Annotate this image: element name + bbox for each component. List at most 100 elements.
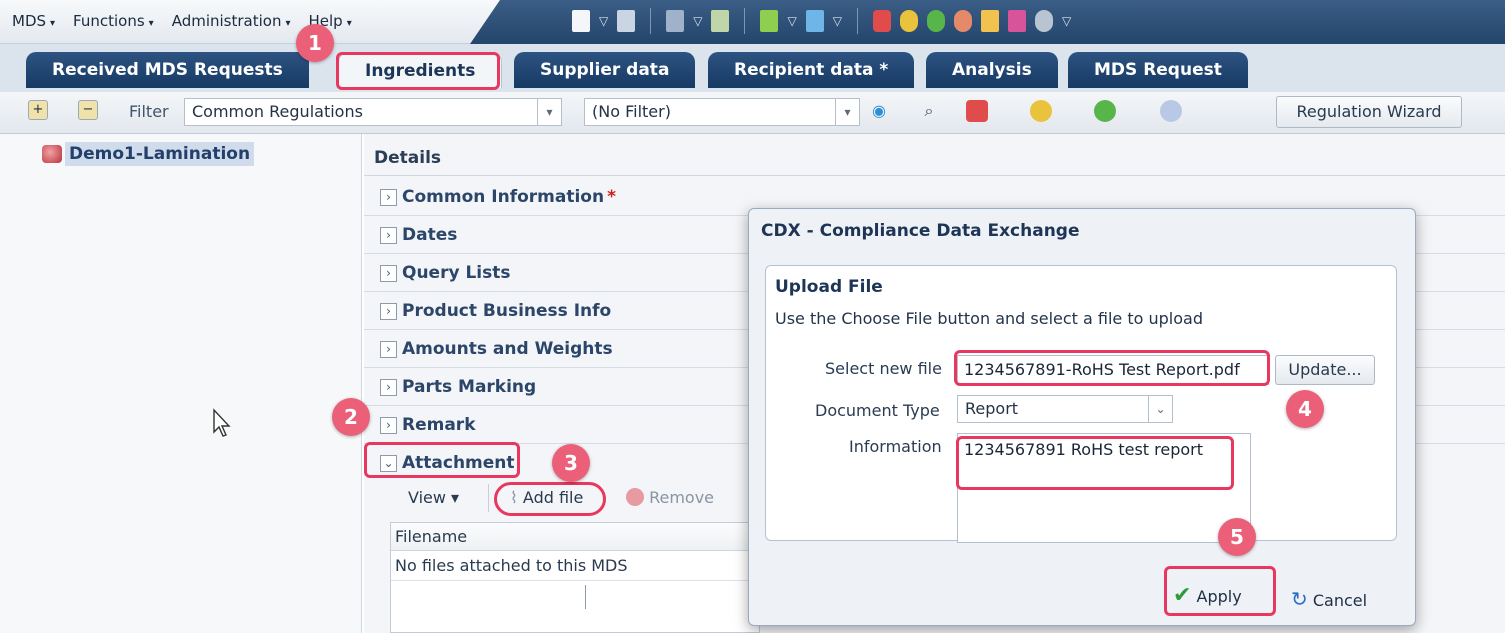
dropdown-arrow-icon[interactable]: ▽ [599, 14, 608, 28]
view-menu[interactable]: View ▾ [408, 488, 459, 507]
tab-received-mds-requests[interactable]: Received MDS Requests [26, 52, 309, 88]
dropdown-arrow-icon[interactable]: ▽ [787, 14, 796, 28]
information-value: 1234567891 RoHS test report [964, 440, 1204, 459]
regulation-select-value: Common Regulations [192, 102, 363, 121]
eye-icon[interactable]: ◉ [868, 100, 890, 122]
paperclip-icon: ⌇ [510, 488, 518, 507]
information-label: Information [849, 437, 942, 456]
import-icon[interactable] [760, 10, 779, 32]
check-document-icon[interactable] [711, 10, 730, 32]
new-document-icon[interactable] [572, 10, 590, 32]
tree-root-node[interactable]: Demo1-Lamination [42, 142, 255, 166]
tab-ingredients[interactable]: Ingredients [338, 52, 503, 88]
tab-recipient-data[interactable]: Recipient data * [708, 52, 915, 88]
chevron-down-icon[interactable]: ⌄ [380, 455, 397, 472]
select-file-label: Select new file [825, 359, 942, 378]
search-icon[interactable]: ⌕ [918, 100, 940, 122]
substance-filter-icon[interactable] [1094, 100, 1116, 122]
chevron-right-icon[interactable]: › [380, 341, 397, 358]
chevron-right-icon[interactable]: › [380, 227, 397, 244]
main-toolbar: ▽ ▽ ▽ ▽ ▽ [572, 8, 1071, 34]
tab-label: Supplier data [540, 60, 670, 80]
regulation-select[interactable]: Common Regulations ▾ [184, 98, 562, 126]
regulation-wizard-button[interactable]: Regulation Wizard [1276, 96, 1462, 128]
chevron-down-icon: ▾ [285, 18, 291, 29]
required-marker: * [607, 187, 616, 207]
material-icon[interactable] [899, 10, 918, 32]
tab-label: Received MDS Requests [52, 60, 283, 80]
chevron-down-icon: ▾ [50, 18, 56, 29]
step-badge: 5 [1218, 518, 1256, 556]
document-type-label: Document Type [815, 401, 940, 420]
view-menu-label: View [408, 488, 446, 507]
step-badge: 1 [296, 24, 334, 62]
material-filter-icon[interactable] [1030, 100, 1052, 122]
step-badge: 3 [552, 444, 590, 482]
secondary-filter-value: (No Filter) [592, 102, 671, 121]
secondary-filter-select[interactable]: (No Filter) ▾ [584, 98, 860, 126]
remove-button: Remove [626, 488, 714, 507]
filter-label: Filter [129, 102, 169, 121]
section-label: Attachment [402, 453, 515, 473]
document-type-select[interactable]: Report ⌄ [957, 395, 1173, 423]
add-file-button[interactable]: ⌇ Add file [510, 488, 583, 507]
section-label: Remark [402, 415, 476, 435]
flask-icon[interactable] [1007, 10, 1026, 32]
substance-icon[interactable] [926, 10, 945, 32]
dropdown-arrow-icon[interactable]: ▽ [693, 14, 702, 28]
attachment-toolbar: View ▾ ⌇ Add file Remove [364, 480, 764, 520]
step-badge: 2 [332, 398, 370, 436]
print-icon[interactable] [666, 10, 685, 32]
expand-all-icon[interactable]: + [28, 100, 48, 120]
remove-icon [626, 488, 644, 506]
component-filter-icon[interactable] [966, 100, 988, 122]
chevron-right-icon[interactable]: › [380, 303, 397, 320]
chevron-right-icon[interactable]: › [380, 189, 397, 206]
menu-list: MDS ▾ Functions ▾ Administration ▾ Help ▾ [12, 12, 352, 30]
dropdown-arrow-icon[interactable]: ▽ [1062, 14, 1071, 28]
details-title: Details [364, 140, 1505, 176]
menu-functions[interactable]: Functions ▾ [73, 12, 154, 30]
tab-supplier-data[interactable]: Supplier data [514, 52, 696, 88]
chevron-right-icon[interactable]: › [380, 265, 397, 282]
cancel-label: Cancel [1312, 591, 1368, 610]
tab-mds-request[interactable]: MDS Request [1068, 52, 1248, 88]
gear-icon[interactable] [1034, 10, 1053, 32]
chevron-right-icon[interactable]: › [380, 379, 397, 396]
tree-root-label[interactable]: Demo1-Lamination [65, 142, 255, 166]
save-icon[interactable] [617, 10, 636, 32]
upload-instructions: Use the Choose File button and select a … [775, 309, 1203, 328]
add-file-label: Add file [522, 488, 584, 507]
selected-file-field[interactable]: 1234567891-RoHS Test Report.pdf [957, 355, 1269, 385]
toolbar-divider [856, 8, 858, 34]
column-header-label: Filename [395, 527, 468, 546]
dropdown-arrow-icon[interactable]: ▽ [833, 14, 842, 28]
attachments-table: Filename No files attached to this MDS [390, 522, 760, 633]
chevron-down-icon[interactable]: ▾ [835, 99, 859, 125]
document-type-value: Report [965, 399, 1019, 418]
menu-administration-label: Administration [171, 12, 282, 30]
column-header-filename[interactable]: Filename [391, 523, 759, 551]
component-icon[interactable] [872, 10, 891, 32]
chevron-right-icon[interactable]: › [380, 417, 397, 434]
cancel-button[interactable]: ↻ Cancel [1291, 587, 1367, 611]
column-divider [585, 585, 586, 609]
chevron-down-icon[interactable]: ⌄ [1148, 396, 1172, 422]
export-icon[interactable] [805, 10, 824, 32]
chevron-down-icon[interactable]: ▾ [537, 99, 561, 125]
remove-label: Remove [649, 488, 715, 507]
update-file-label: Update... [1288, 360, 1362, 379]
collapse-all-icon[interactable]: − [78, 100, 98, 120]
folder-icon[interactable] [980, 10, 999, 32]
menu-administration[interactable]: Administration ▾ [172, 12, 291, 30]
semi-component-icon[interactable] [953, 10, 972, 32]
tab-analysis[interactable]: Analysis [926, 52, 1058, 88]
menu-mds[interactable]: MDS ▾ [12, 12, 55, 30]
toolbar-divider [744, 8, 746, 34]
update-file-button[interactable]: Update... [1275, 355, 1375, 385]
information-textarea[interactable]: 1234567891 RoHS test report [957, 433, 1251, 543]
menu-mds-label: MDS [12, 12, 47, 30]
section-label: Query Lists [402, 263, 511, 283]
apply-button[interactable]: ✔ Apply [1173, 583, 1242, 608]
tab-label: MDS Request [1094, 60, 1222, 80]
